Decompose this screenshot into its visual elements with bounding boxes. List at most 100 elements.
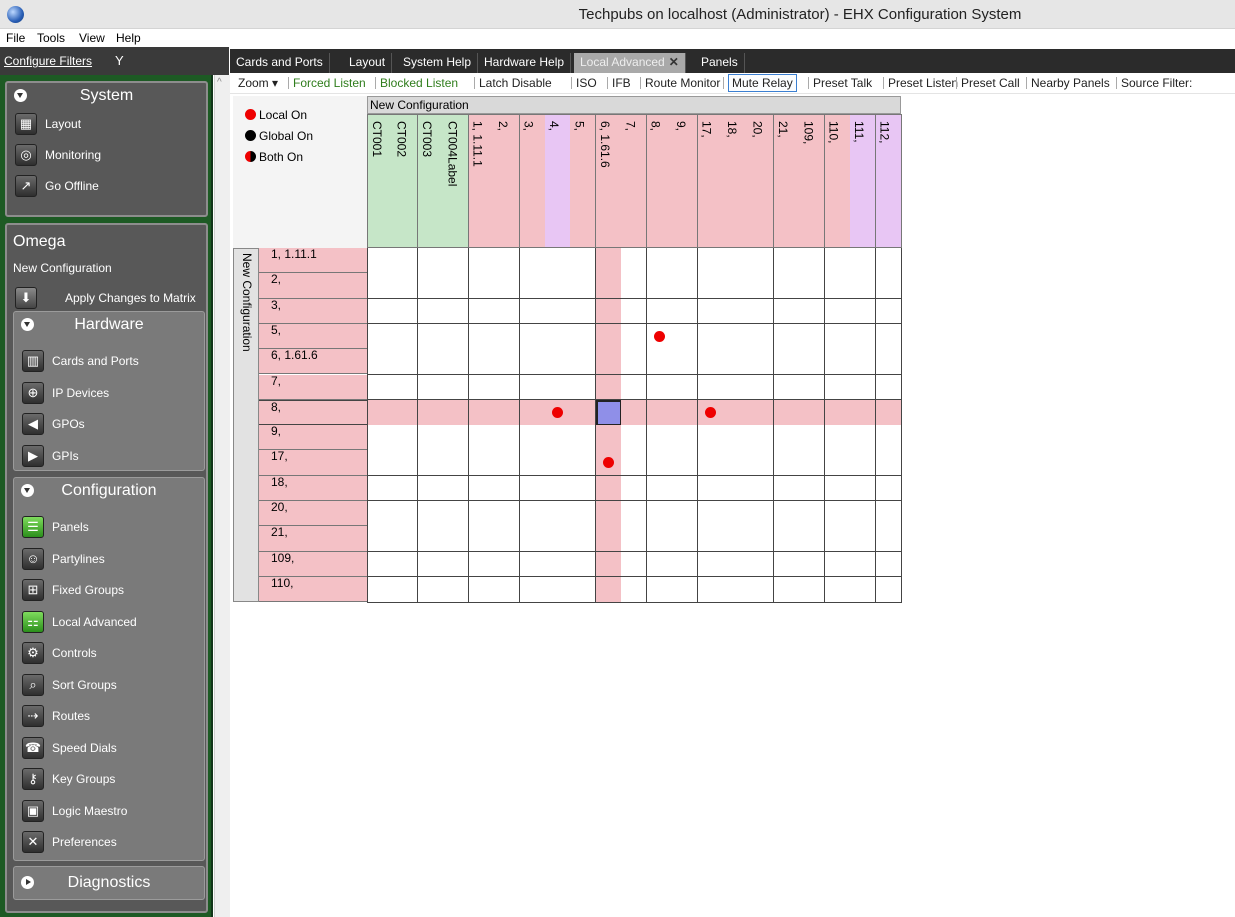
row-header[interactable]: 7,	[259, 374, 367, 400]
column-header[interactable]: CT002	[392, 114, 419, 248]
crosspoint-cell[interactable]	[392, 399, 419, 426]
system-panel-header[interactable]: System	[7, 83, 206, 109]
crosspoint-cell[interactable]	[443, 551, 470, 578]
crosspoint-cell[interactable]	[773, 501, 800, 527]
crosspoint-cell[interactable]	[748, 501, 775, 527]
crosspoint-cell[interactable]	[367, 501, 393, 527]
crosspoint-cell[interactable]	[519, 475, 546, 502]
crosspoint-cell[interactable]	[672, 576, 699, 603]
crosspoint-cell[interactable]	[646, 298, 673, 325]
crosspoint-cell[interactable]	[723, 248, 749, 274]
crosspoint-cell[interactable]	[417, 425, 444, 451]
crosspoint-cell[interactable]	[850, 576, 877, 603]
toolbar-mute-relay[interactable]: Mute Relay	[728, 74, 797, 92]
crosspoint-cell[interactable]	[824, 374, 851, 401]
crosspoint-cell[interactable]	[545, 273, 571, 300]
crosspoint-cell[interactable]	[799, 248, 826, 274]
crosspoint-cell[interactable]	[697, 526, 724, 553]
row-header[interactable]: 9,	[259, 425, 367, 451]
crosspoint-cell[interactable]	[595, 526, 622, 553]
crosspoint-cell[interactable]	[519, 425, 546, 451]
crosspoint-cell[interactable]	[875, 425, 902, 451]
crosspoint-cell[interactable]	[850, 374, 877, 401]
crosspoint-cell[interactable]	[570, 425, 597, 451]
crosspoint-cell[interactable]	[850, 475, 877, 502]
crosspoint-cell[interactable]	[595, 248, 622, 274]
crosspoint-cell[interactable]	[417, 349, 444, 375]
crosspoint-cell[interactable]	[417, 323, 444, 350]
crosspoint-cell[interactable]	[443, 475, 470, 502]
crosspoint-cell[interactable]	[392, 349, 419, 375]
column-header[interactable]: 17,	[697, 114, 724, 248]
column-header[interactable]: 20,	[748, 114, 775, 248]
crosspoint-cell[interactable]	[646, 450, 673, 477]
crosspoint-cell[interactable]	[570, 374, 597, 401]
crosspoint-cell[interactable]	[697, 450, 724, 477]
toolbar-forced-listen[interactable]: Forced Listen	[293, 76, 366, 90]
sidebar-scrollbar[interactable]: ^	[214, 75, 230, 917]
crosspoint-cell[interactable]	[824, 323, 851, 350]
crosspoint-cell[interactable]	[570, 399, 597, 426]
crosspoint-cell[interactable]	[417, 576, 444, 603]
crosspoint-cell[interactable]	[621, 323, 648, 350]
crosspoint-cell[interactable]	[875, 273, 902, 300]
crosspoint-cell[interactable]	[519, 399, 546, 426]
crosspoint-cell[interactable]	[723, 526, 749, 553]
crosspoint-cell[interactable]	[367, 450, 393, 477]
crosspoint-cell[interactable]	[748, 475, 775, 502]
crosspoint-cell[interactable]	[824, 501, 851, 527]
sidebar-item-ip-devices[interactable]: ⊕ IP Devices	[22, 380, 202, 406]
row-header[interactable]: 5,	[259, 324, 367, 350]
crosspoint-cell[interactable]	[875, 475, 902, 502]
sidebar-item-speed-dials[interactable]: ☎ Speed Dials	[22, 735, 202, 761]
crosspoint-cell[interactable]	[494, 501, 521, 527]
toolbar-iso[interactable]: ISO	[576, 76, 597, 90]
tab-layout[interactable]: Layout	[343, 53, 393, 73]
crosspoint-cell[interactable]	[468, 450, 495, 477]
crosspoint-cell[interactable]	[468, 501, 495, 527]
crosspoint-cell[interactable]	[799, 501, 826, 527]
crosspoint-cell[interactable]	[494, 323, 521, 350]
crosspoint-cell[interactable]	[850, 501, 877, 527]
menu-tools[interactable]: Tools	[37, 31, 65, 45]
crosspoint-cell[interactable]	[443, 323, 470, 350]
crosspoint-cell[interactable]	[773, 551, 800, 578]
scroll-up-icon[interactable]: ^	[217, 77, 222, 88]
crosspoint-cell[interactable]	[748, 248, 775, 274]
crosspoint-cell[interactable]	[748, 576, 775, 603]
crosspoint-cell[interactable]	[875, 576, 902, 603]
crosspoint-cell[interactable]	[367, 526, 393, 553]
row-header[interactable]: 2,	[259, 273, 367, 299]
crosspoint-cell[interactable]	[799, 475, 826, 502]
toolbar-preset-listen[interactable]: Preset Listen	[888, 76, 958, 90]
column-header[interactable]: 109,	[799, 114, 826, 248]
crosspoint-cell[interactable]	[748, 323, 775, 350]
collapse-arrow-icon[interactable]	[21, 318, 34, 331]
crosspoint-cell[interactable]	[621, 576, 648, 603]
row-header[interactable]: 18,	[259, 476, 367, 501]
crosspoint-cell[interactable]	[494, 551, 521, 578]
crosspoint-cell[interactable]	[850, 248, 877, 274]
row-header[interactable]: 6, 1.61.6	[259, 349, 367, 375]
crosspoint-cell[interactable]	[850, 450, 877, 477]
crosspoint-cell[interactable]	[621, 273, 648, 300]
crosspoint-cell[interactable]	[824, 576, 851, 603]
crosspoint-cell[interactable]	[850, 323, 877, 350]
crosspoint-cell[interactable]	[621, 551, 648, 578]
column-header[interactable]: 9,	[672, 114, 699, 248]
crosspoint-cell[interactable]	[595, 425, 622, 451]
crosspoint-cell[interactable]	[595, 551, 622, 578]
crosspoint-cell[interactable]	[595, 475, 622, 502]
crosspoint-cell[interactable]	[672, 349, 699, 375]
crosspoint-cell[interactable]	[748, 273, 775, 300]
crosspoint-cell[interactable]	[850, 273, 877, 300]
crosspoint-cell[interactable]	[723, 323, 749, 350]
crosspoint-cell[interactable]	[570, 501, 597, 527]
crosspoint-cell[interactable]	[367, 576, 393, 603]
crosspoint-cell[interactable]	[494, 576, 521, 603]
column-header[interactable]: 6, 1.61.6	[595, 114, 622, 248]
crosspoint-cell[interactable]	[799, 273, 826, 300]
crosspoint-cell[interactable]	[468, 323, 495, 350]
crosspoint-cell[interactable]	[850, 551, 877, 578]
crosspoint-cell[interactable]	[621, 425, 648, 451]
